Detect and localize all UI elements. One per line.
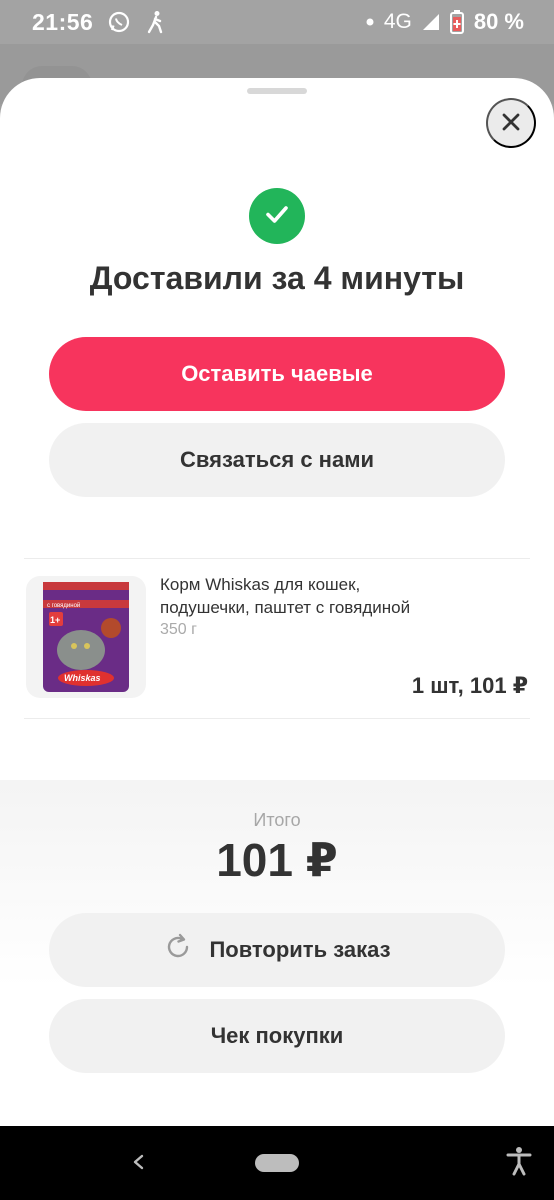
contact-us-button[interactable]: Связаться с нами bbox=[49, 423, 505, 497]
walking-icon bbox=[145, 10, 167, 34]
product-quantity-price: 1 шт, 101 ₽ bbox=[411, 673, 528, 698]
image-brand-text: Whiskas bbox=[64, 673, 101, 683]
signal-icon bbox=[422, 13, 440, 31]
delivery-title: Доставили за 4 минуты bbox=[89, 260, 465, 296]
divider bbox=[24, 558, 530, 559]
battery-icon bbox=[449, 10, 464, 34]
repeat-order-label: Повторить заказ bbox=[209, 937, 391, 962]
close-icon bbox=[501, 112, 521, 135]
total-label: Итого bbox=[253, 810, 301, 830]
close-button[interactable] bbox=[486, 98, 536, 148]
refresh-icon bbox=[163, 932, 193, 968]
divider bbox=[24, 718, 530, 719]
accessibility-icon[interactable] bbox=[506, 1146, 532, 1181]
order-sheet: Доставили за 4 минуты Оставить чаевые Св… bbox=[0, 78, 554, 1126]
status-time: 21:56 bbox=[32, 8, 94, 35]
product-name: Корм Whiskas для кошек, подушечки, паште… bbox=[160, 575, 411, 617]
dot-icon bbox=[366, 18, 374, 26]
navigation-bar bbox=[0, 1126, 554, 1200]
check-icon bbox=[262, 199, 292, 234]
leave-tip-button[interactable]: Оставить чаевые bbox=[49, 337, 505, 411]
receipt-button[interactable]: Чек покупки bbox=[49, 999, 505, 1073]
back-icon[interactable] bbox=[128, 1150, 148, 1179]
home-pill[interactable] bbox=[255, 1154, 299, 1172]
total-value: 101 ₽ bbox=[216, 834, 338, 886]
image-age-badge: 1+ bbox=[50, 615, 60, 625]
status-bar: 21:56 4G 80 % bbox=[0, 0, 554, 44]
whatsapp-icon bbox=[107, 10, 131, 34]
image-flavor-text: с говядиной bbox=[47, 602, 80, 609]
network-type: 4G bbox=[383, 10, 412, 33]
product-image[interactable]: с говядиной 1+ Whiskas bbox=[26, 576, 146, 698]
battery-percent: 80 % bbox=[473, 9, 524, 34]
repeat-order-button[interactable]: Повторить заказ bbox=[49, 913, 505, 987]
success-indicator bbox=[249, 188, 305, 244]
product-weight: 350 г bbox=[160, 621, 197, 638]
sheet-grabber[interactable] bbox=[247, 88, 307, 94]
